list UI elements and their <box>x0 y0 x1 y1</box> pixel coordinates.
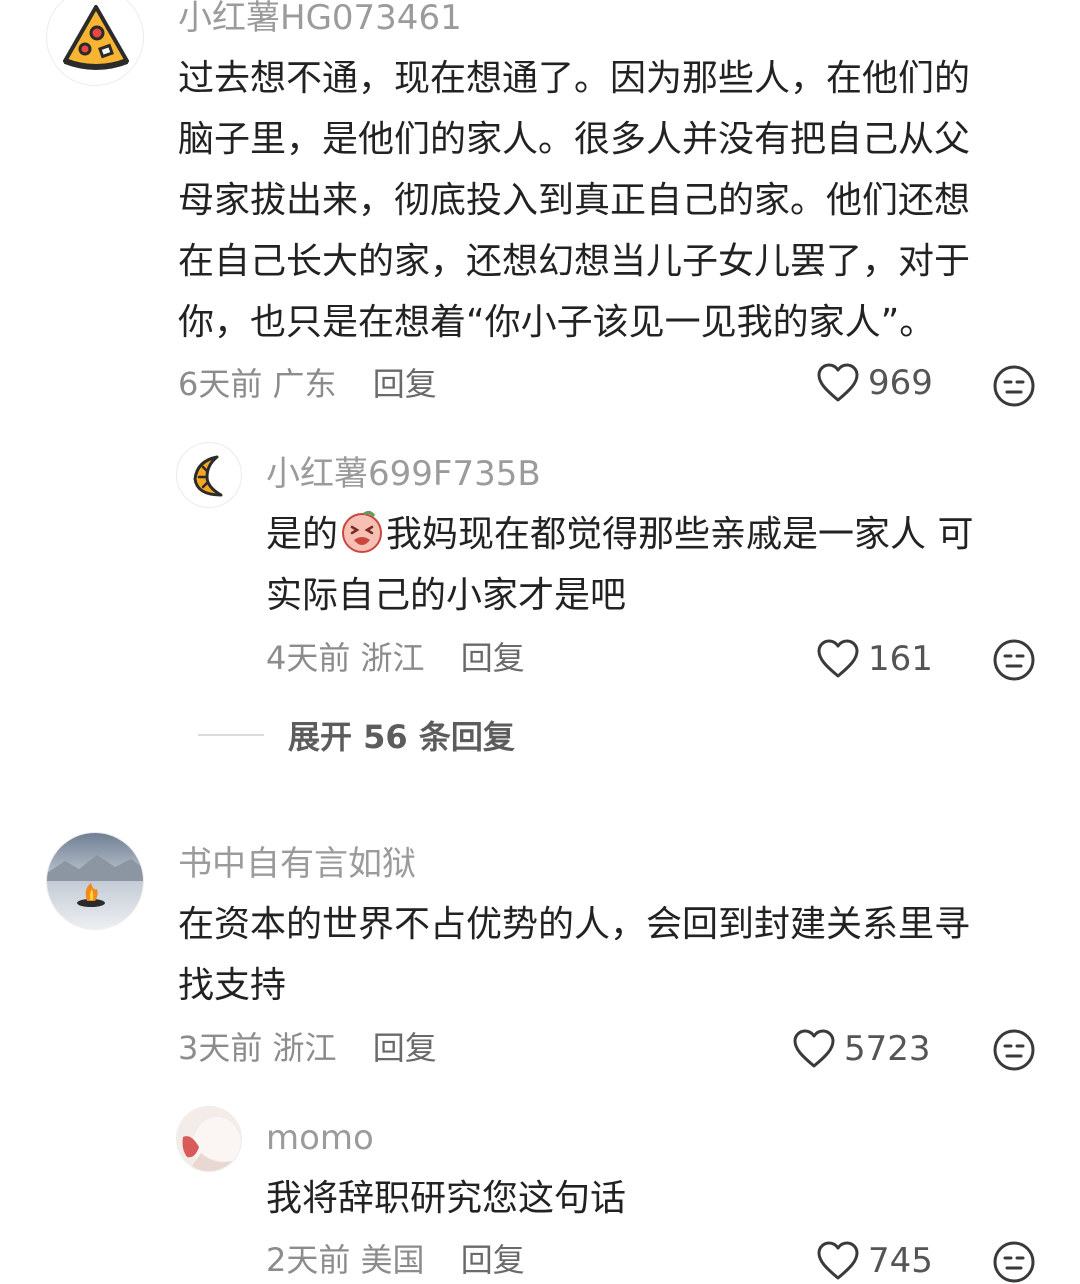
reply-time: 4天前 <box>266 639 351 677</box>
reply-text-line: 我将辞职研究您这句话 <box>266 1178 627 1219</box>
reply-button[interactable]: 回复 <box>373 365 437 403</box>
avatar[interactable] <box>46 832 144 930</box>
comment-time: 6天前 <box>178 365 263 403</box>
reply-location: 美国 <box>360 1241 425 1279</box>
croissant-icon <box>193 455 223 497</box>
landscape-fire-avatar <box>47 833 143 929</box>
comment-text-line: 在自己长大的家，还想幻想当儿子女儿罢了，对于 <box>178 241 971 282</box>
like-button[interactable]: 969 <box>816 362 933 404</box>
like-button[interactable]: 5723 <box>792 1028 931 1070</box>
reply-author[interactable]: momo <box>266 1118 374 1158</box>
pizza-icon <box>63 5 129 70</box>
comment-text-line: 脑子里，是他们的家人。很多人并没有把自己从父 <box>178 119 971 160</box>
heart-icon <box>793 1029 835 1068</box>
comment-text-line: 在资本的世界不占优势的人，会回到封建关系里寻 <box>178 904 971 945</box>
comment-location: 广东 <box>272 365 337 403</box>
reply-location: 浙江 <box>360 639 425 677</box>
reply-text-line: 实际自己的小家才是吧 <box>266 575 627 616</box>
neutral-face-icon[interactable] <box>992 638 1036 682</box>
reply-button[interactable]: 回复 <box>461 1241 525 1279</box>
comment-text-line: 找支持 <box>178 965 287 1006</box>
comment-text: 在资本的世界不占优势的人，会回到封建关系里寻 找支持 <box>178 894 970 1016</box>
reply-time: 2天前 <box>266 1241 351 1279</box>
comment-meta: 6天前 广东 回复 <box>178 364 437 404</box>
comment-location: 浙江 <box>272 1029 337 1067</box>
comment-text-line: 母家拔出来，彻底投入到真正自己的家。他们还想 <box>178 180 971 221</box>
neutral-face-icon[interactable] <box>992 364 1036 408</box>
comment-text-line: 你，也只是在想着“你小子该见一见我的家人”。 <box>178 302 936 343</box>
comment-meta: 3天前 浙江 回复 <box>178 1028 437 1068</box>
comment-text-line: 过去想不通，现在想通了。因为那些人，在他们的 <box>178 58 971 99</box>
neutral-face-icon[interactable] <box>992 1240 1036 1284</box>
reply-author[interactable]: 小红薯699F735B <box>266 454 541 494</box>
heart-icon <box>817 639 859 678</box>
expand-replies-label: 展开 56 条回复 <box>288 718 515 756</box>
comment-author[interactable]: 书中自有言如狱 <box>178 844 416 884</box>
reply-button[interactable]: 回复 <box>461 639 525 677</box>
neutral-face-icon[interactable] <box>992 1028 1036 1072</box>
expand-replies-button[interactable]: 展开 56 条回复 <box>198 712 515 758</box>
reply-text: 我将辞职研究您这句话 <box>266 1168 626 1229</box>
avatar[interactable] <box>46 0 144 86</box>
heart-icon <box>817 1241 859 1280</box>
like-button[interactable]: 745 <box>816 1240 933 1282</box>
reply-meta: 2天前 美国 回复 <box>266 1240 525 1280</box>
like-count: 5723 <box>844 1029 931 1069</box>
like-count: 745 <box>868 1241 933 1281</box>
reply-button[interactable]: 回复 <box>373 1029 437 1067</box>
crying-face-emoji <box>342 510 383 553</box>
like-button[interactable]: 161 <box>816 638 933 680</box>
avatar[interactable] <box>176 442 242 508</box>
heart-icon <box>817 363 859 402</box>
avatar[interactable] <box>176 1106 242 1172</box>
reply-text-line: 是的 我妈现在都觉得那些亲戚是一家人 可 <box>266 504 973 565</box>
reply-text-segment: 我妈现在都觉得那些亲戚是一家人 可 <box>386 514 974 555</box>
divider <box>198 734 264 736</box>
comment-text: 过去想不通，现在想通了。因为那些人，在他们的 脑子里，是他们的家人。很多人并没有… <box>178 48 970 353</box>
comment-time: 3天前 <box>178 1029 263 1067</box>
reply-meta: 4天前 浙江 回复 <box>266 638 525 678</box>
photo-avatar <box>177 1107 241 1171</box>
like-count: 161 <box>868 639 933 679</box>
reply-text-segment: 是的 <box>266 514 339 555</box>
like-count: 969 <box>868 363 933 403</box>
comment-author[interactable]: 小红薯HG073461 <box>178 0 462 38</box>
reply-text: 是的 我妈现在都觉得那些亲戚是一家人 可 实际自己的小家才是吧 <box>266 504 973 626</box>
